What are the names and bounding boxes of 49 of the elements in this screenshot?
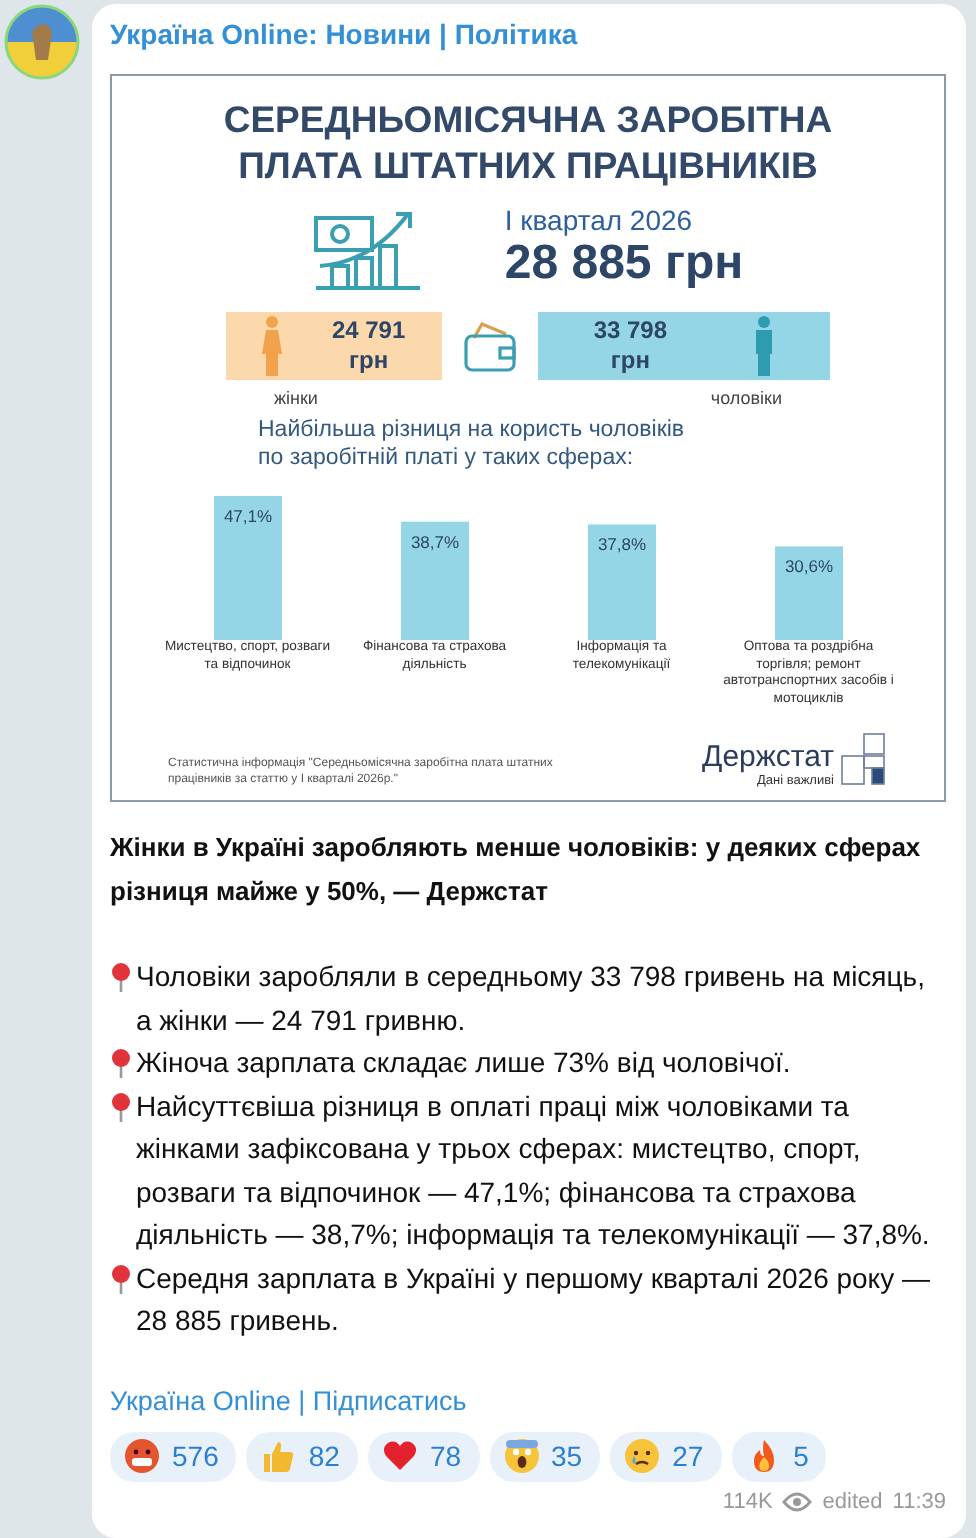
men-salary: 33 798 грн	[593, 316, 668, 376]
eye-icon	[782, 1491, 813, 1511]
man-figure-icon	[754, 316, 775, 376]
reaction-button[interactable]: 5	[731, 1431, 827, 1481]
bar-value-label: 37,8%	[597, 534, 647, 555]
pin-icon	[110, 1263, 132, 1293]
infographic-title: СЕРЕДНЬОМІСЯЧНА ЗАРОБІТНА ПЛАТА ШТАТНИХ ПРАЦІВНИКІВ	[223, 96, 833, 188]
logo-name: Держстат	[702, 740, 834, 774]
heart-icon	[381, 1438, 418, 1474]
channel-avatar[interactable]	[4, 4, 80, 80]
post-paragraph: Чоловіки заробляли в середньому 33 798 гривень на місяць, а жінки — 24 791 гривню.	[136, 958, 927, 1040]
crying-emoji-icon	[624, 1438, 661, 1474]
thumbs-up-icon	[260, 1438, 297, 1474]
money-growth-icon	[312, 206, 425, 290]
post-paragraph: Жіноча зарплата складає лише 73% від чоловічої.	[136, 1044, 791, 1082]
subscribe-link[interactable]: Україна Online | Підписатись	[110, 1385, 467, 1415]
average-salary: 28 885 грн	[504, 236, 744, 292]
wallet-icon	[462, 318, 518, 374]
post-headline: Жінки в Україні заробляють менше чоловіків: у деяких сферах різниця майже у 50%, — Держстат	[110, 830, 923, 910]
reaction-button[interactable]: 576	[110, 1431, 237, 1481]
angry-emoji-icon	[124, 1438, 160, 1474]
bar-value-label: 38,7%	[410, 531, 460, 552]
chart-bar	[775, 546, 843, 640]
reaction-button[interactable]: 82	[246, 1431, 358, 1481]
post-paragraph: Найсуттєвіша різниця в оплаті праці між чоловіками та жінками зафіксована у трьох сферах: мистецтво, спорт, розваги та відпочинок — 47,1%; фінансова та страхова діяльність — 38,7%; інформація та телекомунікації — 37,8%.	[136, 1087, 930, 1254]
pin-icon	[110, 962, 132, 992]
period-label: І квартал 2026	[504, 204, 695, 236]
pin-icon	[110, 1091, 132, 1121]
reaction-button[interactable]: 27	[610, 1431, 722, 1481]
logo-mark-icon	[840, 732, 888, 788]
bar-value-label: 30,6%	[784, 556, 834, 577]
pin-icon	[110, 1048, 132, 1078]
chart-bar	[588, 524, 656, 640]
bar-value-label: 47,1%	[223, 506, 273, 526]
channel-title[interactable]: Україна Online: Новини | Політика	[110, 18, 946, 50]
woman-figure-icon	[262, 316, 283, 376]
chart-subtitle: Найбільша різниця на користь чоловіків по заробітній платі у таких сферах:	[258, 416, 687, 472]
reaction-button[interactable]: 78	[367, 1431, 480, 1481]
reaction-button[interactable]: 35	[489, 1431, 601, 1481]
message-time: 11:39	[892, 1489, 946, 1513]
screaming-emoji-icon	[503, 1438, 540, 1474]
chart-bar	[401, 521, 469, 640]
edited-label: edited	[822, 1489, 883, 1513]
women-label: жінки	[274, 388, 318, 408]
men-label: чоловіки	[710, 388, 782, 408]
chart-bar	[214, 496, 282, 640]
post-paragraph: Середня зарплата в Україні у першому кварталі 2026 року — 28 885 гривень.	[136, 1259, 930, 1340]
view-count: 114K	[722, 1489, 773, 1513]
women-salary: 24 791 грн	[331, 316, 406, 376]
